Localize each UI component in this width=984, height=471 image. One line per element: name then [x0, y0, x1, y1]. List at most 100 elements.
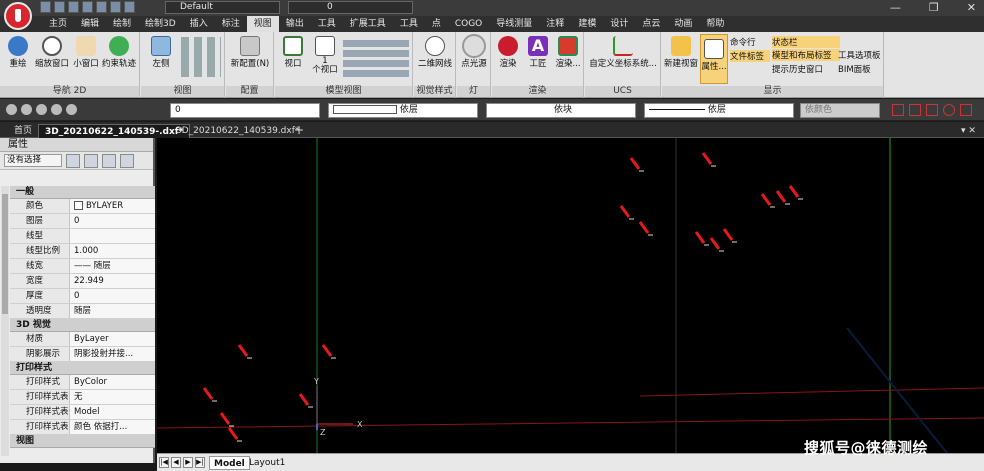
menu-item[interactable]: 点云: [635, 16, 667, 32]
tool-palette-toggle[interactable]: 工具选项板: [838, 49, 882, 61]
menu-item[interactable]: 视图: [246, 16, 279, 32]
save-as-icon[interactable]: [82, 1, 93, 13]
menu-item[interactable]: 工具: [393, 16, 425, 32]
property-row[interactable]: 线宽 —— 随层: [10, 259, 155, 274]
property-value[interactable]: BYLAYER: [70, 199, 155, 213]
select-objects-icon[interactable]: [84, 153, 98, 168]
property-section-header[interactable]: 3D 视觉: [10, 319, 155, 332]
property-row[interactable]: 打印样式 ByColor: [10, 375, 155, 390]
redo-icon[interactable]: [124, 1, 135, 13]
survey-marker[interactable]: [629, 157, 641, 170]
undo-icon[interactable]: [110, 1, 121, 13]
menu-item[interactable]: 标注: [215, 16, 247, 32]
survey-marker[interactable]: [701, 152, 713, 165]
menu-item[interactable]: 输出: [279, 16, 311, 32]
quick-props-icon[interactable]: [120, 153, 134, 168]
new-tab-button[interactable]: +: [288, 124, 310, 138]
menu-item[interactable]: COGO: [448, 16, 489, 32]
redraw-button[interactable]: 重绘: [4, 36, 32, 69]
survey-marker[interactable]: [694, 231, 706, 244]
save-icon[interactable]: [68, 1, 79, 13]
tab-layout1[interactable]: Layout1: [245, 456, 289, 470]
style-dropdown[interactable]: Default: [165, 1, 280, 14]
render-more-button[interactable]: 渲染...: [554, 36, 582, 69]
model-layout-tabs-toggle[interactable]: 模型和布局标签: [772, 49, 840, 61]
property-value[interactable]: 0: [70, 289, 155, 303]
command-line-toggle[interactable]: 命令行: [730, 36, 770, 48]
property-section-header[interactable]: 打印样式: [10, 362, 155, 375]
shade-icon[interactable]: [21, 104, 32, 115]
file-tabs-toggle[interactable]: 文件标签: [730, 50, 770, 62]
property-value[interactable]: Model: [70, 405, 155, 419]
property-value[interactable]: 阴影投射并接...: [70, 347, 155, 361]
menu-item[interactable]: 设计: [603, 16, 635, 32]
properties-button[interactable]: 属性...: [700, 34, 728, 84]
survey-marker[interactable]: [709, 237, 721, 250]
property-value[interactable]: 0: [70, 214, 155, 228]
shade-icon[interactable]: [6, 104, 17, 115]
menu-item[interactable]: 导线测量: [489, 16, 539, 32]
survey-marker[interactable]: [321, 344, 333, 357]
restore-button[interactable]: ❐: [929, 1, 939, 14]
property-row[interactable]: 打印样式表无: [10, 390, 155, 405]
property-row[interactable]: 打印样式表附...Model: [10, 405, 155, 420]
survey-marker[interactable]: [775, 190, 787, 203]
survey-marker[interactable]: [202, 387, 214, 400]
menu-item[interactable]: 动画: [667, 16, 699, 32]
history-window-toggle[interactable]: 提示历史窗口: [772, 63, 840, 75]
layer-select[interactable]: 0: [170, 103, 320, 118]
left-view-button[interactable]: 左侧: [147, 36, 175, 69]
selection-dropdown[interactable]: 没有选择: [4, 154, 62, 167]
status-bar-toggle[interactable]: 状态栏: [772, 36, 840, 48]
snap-icon[interactable]: [960, 104, 972, 116]
shade-icon[interactable]: [66, 104, 77, 115]
new-file-icon[interactable]: [40, 1, 51, 13]
next-layout-button[interactable]: ▶: [183, 457, 193, 468]
tab-model[interactable]: Model: [209, 456, 250, 470]
custom-ucs-button[interactable]: 自定义坐标系统...: [587, 36, 659, 69]
block-select[interactable]: 依块: [486, 103, 636, 118]
snap-icon[interactable]: [926, 104, 938, 116]
property-value[interactable]: 无: [70, 390, 155, 404]
survey-marker[interactable]: [227, 427, 239, 440]
menu-item[interactable]: 插入: [183, 16, 215, 32]
circle-snap-icon[interactable]: [943, 104, 955, 116]
survey-marker[interactable]: [237, 344, 249, 357]
last-layout-button[interactable]: ▶|: [195, 457, 205, 468]
print-icon[interactable]: [96, 1, 107, 13]
small-window-button[interactable]: 小窗口: [72, 36, 100, 69]
toggle-pickadd-icon[interactable]: [66, 153, 80, 168]
menu-item[interactable]: 扩展工具: [343, 16, 393, 32]
property-row[interactable]: 打印样式表类...颜色 依据打...: [10, 420, 155, 435]
menu-item[interactable]: 帮助: [699, 16, 731, 32]
property-value[interactable]: 颜色 依据打...: [70, 420, 155, 434]
property-value[interactable]: 22.949: [70, 274, 155, 288]
close-button[interactable]: ✕: [967, 1, 976, 14]
tab-list-dropdown[interactable]: ▾ ✕: [955, 124, 982, 138]
property-row[interactable]: 材质 ByLayer: [10, 332, 155, 347]
tab-active-dxf[interactable]: 3D_20210622_140539-.dxf*: [38, 124, 191, 138]
survey-marker[interactable]: [298, 393, 310, 406]
menu-item[interactable]: 绘制3D: [138, 16, 183, 32]
linetype-select[interactable]: 依层: [328, 103, 478, 118]
property-value[interactable]: 1.000: [70, 244, 155, 258]
survey-marker[interactable]: [638, 221, 650, 234]
orbit-button[interactable]: 约束轨迹: [100, 36, 138, 69]
new-viewport-button[interactable]: 新建视窗: [664, 36, 698, 69]
property-row[interactable]: 线型比例 1.000: [10, 244, 155, 259]
craft-button[interactable]: A 工匠: [524, 36, 552, 69]
property-row[interactable]: 宽度 22.949: [10, 274, 155, 289]
menu-item[interactable]: 工具: [311, 16, 343, 32]
quick-select-icon[interactable]: [102, 153, 116, 168]
property-section-header[interactable]: 一般: [10, 186, 155, 199]
menu-item[interactable]: 绘制: [106, 16, 138, 32]
prev-layout-button[interactable]: ◀: [171, 457, 181, 468]
shade-icon[interactable]: [36, 104, 47, 115]
app-logo-icon[interactable]: [4, 2, 32, 30]
layer-dropdown[interactable]: 0: [288, 1, 413, 14]
open-file-icon[interactable]: [54, 1, 65, 13]
property-row[interactable]: 图层 0: [10, 214, 155, 229]
zoom-window-button[interactable]: 缩放窗口: [34, 36, 70, 69]
property-row[interactable]: 颜色 BYLAYER: [10, 199, 155, 214]
property-section-header[interactable]: 视图: [10, 435, 155, 448]
